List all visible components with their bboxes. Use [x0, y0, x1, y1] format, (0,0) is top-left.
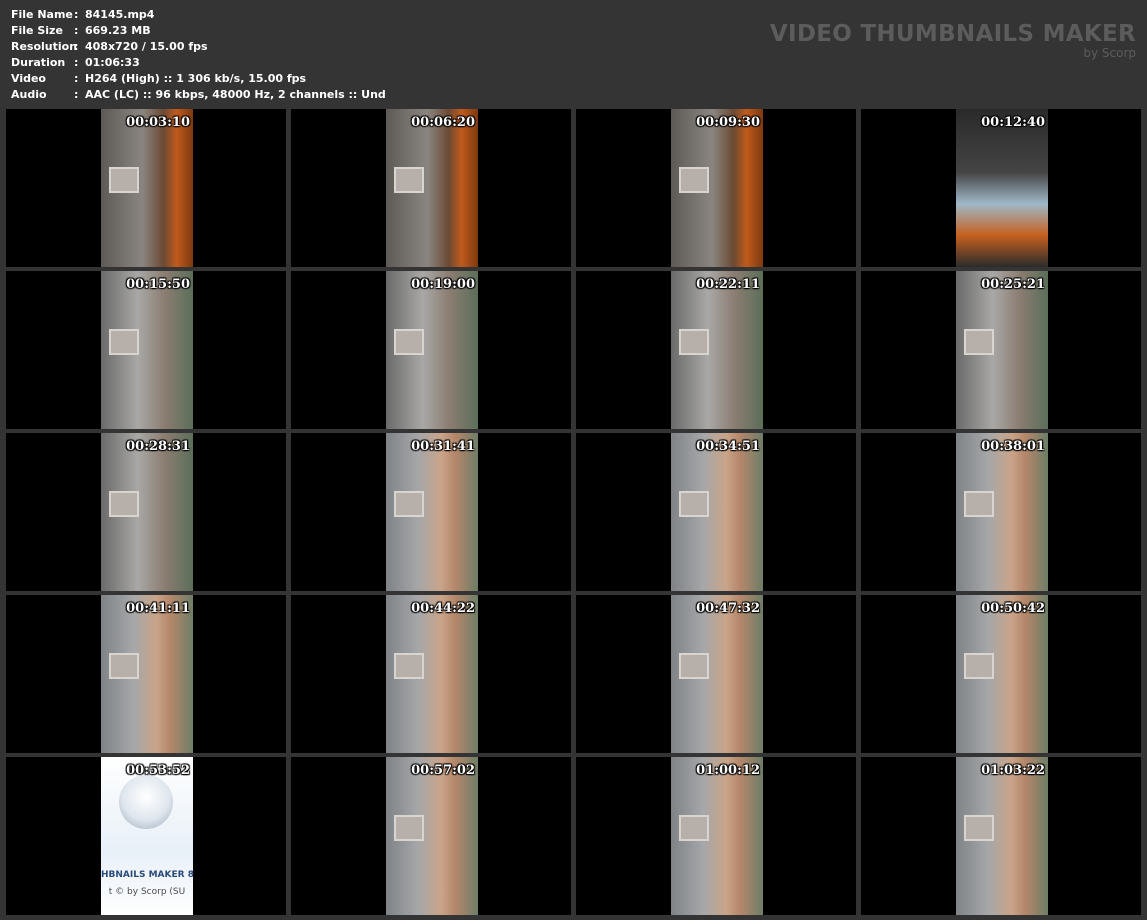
info-value: H264 (High) :: 1 306 kb/s, 15.00 fps: [85, 72, 307, 85]
timestamp-label: 00:25:21: [981, 277, 1045, 292]
timestamp-label: 01:00:12: [696, 763, 760, 778]
brand-title: VIDEO THUMBNAILS MAKER: [769, 21, 1136, 47]
thumbnail-cell[interactable]: 00:19:00: [291, 271, 571, 429]
info-key: Video: [11, 72, 46, 85]
thumbnail-grid: 00:03:10 00:06:20 00:09:30 00:12:40 00:15:50…: [6, 109, 1141, 915]
thumbnail-cell[interactable]: HBNAILS MAKER 8 t © by Scorp (SU 00:53:52: [6, 757, 286, 915]
info-value: AAC (LC) :: 96 kbps, 48000 Hz, 2 channel…: [85, 88, 386, 101]
timestamp-label: 00:22:11: [696, 277, 760, 292]
thumbnail-frame: [671, 595, 763, 753]
thumbnail-cell[interactable]: 01:03:22: [861, 757, 1141, 915]
info-separator: :: [74, 88, 79, 101]
info-row: File Size:669.23 MB: [11, 23, 386, 39]
thumbnail-cell[interactable]: 00:38:01: [861, 433, 1141, 591]
thumbnail-frame: [101, 271, 193, 429]
thumbnail-frame: [386, 271, 478, 429]
info-key: File Name: [11, 8, 73, 21]
thumbnail-cell[interactable]: 00:22:11: [576, 271, 856, 429]
thumbnail-cell[interactable]: 00:03:10: [6, 109, 286, 267]
thumbnail-frame: [671, 433, 763, 591]
info-separator: :: [74, 40, 79, 53]
thumbnail-cell[interactable]: 00:50:42: [861, 595, 1141, 753]
brand-watermark: VIDEO THUMBNAILS MAKER by Scorp: [770, 21, 1136, 59]
thumbnail-frame: [386, 433, 478, 591]
info-separator: :: [74, 56, 79, 69]
info-row: File Name:84145.mp4: [11, 7, 386, 23]
brand-subtitle: by Scorp: [1083, 46, 1136, 60]
info-key: Duration: [11, 56, 66, 69]
thumbnail-frame: [671, 271, 763, 429]
thumbnail-frame: [101, 595, 193, 753]
timestamp-label: 00:06:20: [411, 115, 475, 130]
timestamp-label: 00:50:42: [981, 601, 1045, 616]
thumbnail-cell[interactable]: 00:06:20: [291, 109, 571, 267]
timestamp-label: 00:53:52: [126, 763, 190, 778]
timestamp-label: 00:28:31: [126, 439, 190, 454]
info-row: Duration:01:06:33: [11, 55, 386, 71]
timestamp-label: 01:03:22: [981, 763, 1045, 778]
thumbnail-cell[interactable]: 00:09:30: [576, 109, 856, 267]
info-key: File Size: [11, 24, 63, 37]
thumbnail-cell[interactable]: 00:15:50: [6, 271, 286, 429]
thumbnail-frame: [956, 433, 1048, 591]
info-value: 669.23 MB: [85, 24, 151, 37]
thumbnail-frame: [386, 757, 478, 915]
thumbnail-frame: [956, 271, 1048, 429]
thumbnail-frame: HBNAILS MAKER 8 t © by Scorp (SU: [101, 757, 193, 915]
timestamp-label: 00:47:32: [696, 601, 760, 616]
logo-text-copyright: t © by Scorp (SU: [108, 887, 186, 897]
thumbnail-cell[interactable]: 00:41:11: [6, 595, 286, 753]
thumbnail-cell[interactable]: 00:31:41: [291, 433, 571, 591]
file-info-panel: File Name:84145.mp4 File Size:669.23 MB Re…: [11, 7, 386, 103]
info-value: 01:06:33: [85, 56, 140, 69]
timestamp-label: 00:38:01: [981, 439, 1045, 454]
thumbnail-cell[interactable]: 00:12:40: [861, 109, 1141, 267]
timestamp-label: 00:19:00: [411, 277, 475, 292]
thumbnail-frame: [956, 757, 1048, 915]
info-key: Audio: [11, 88, 47, 101]
info-key: Resolution: [11, 40, 78, 53]
timestamp-label: 00:57:02: [411, 763, 475, 778]
thumbnail-cell[interactable]: 00:57:02: [291, 757, 571, 915]
info-separator: :: [74, 24, 79, 37]
info-separator: :: [74, 8, 79, 21]
thumbnail-frame: [671, 109, 763, 267]
timestamp-label: 00:12:40: [981, 115, 1045, 130]
thumbnail-frame: [101, 433, 193, 591]
info-row: Audio: AAC (LC) :: 96 kbps, 48000 Hz, 2 c…: [11, 87, 386, 103]
thumbnail-frame: [956, 595, 1048, 753]
timestamp-label: 00:09:30: [696, 115, 760, 130]
thumbnail-frame: [386, 595, 478, 753]
timestamp-label: 00:34:51: [696, 439, 760, 454]
thumbnail-cell[interactable]: 00:25:21: [861, 271, 1141, 429]
thumbnail-cell[interactable]: 00:28:31: [6, 433, 286, 591]
thumbnail-frame: [386, 109, 478, 267]
thumbnail-cell[interactable]: 01:00:12: [576, 757, 856, 915]
timestamp-label: 00:41:11: [126, 601, 190, 616]
timestamp-label: 00:15:50: [126, 277, 190, 292]
timestamp-label: 00:44:22: [411, 601, 475, 616]
thumbnail-cell[interactable]: 00:44:22: [291, 595, 571, 753]
thumbnail-frame: [671, 757, 763, 915]
info-separator: :: [74, 72, 79, 85]
thumbnail-cell[interactable]: 00:34:51: [576, 433, 856, 591]
thumbnail-frame: [101, 109, 193, 267]
thumbnail-frame: [956, 109, 1048, 267]
owl-logo-icon: [119, 775, 173, 829]
info-row: Resolution:408x720 / 15.00 fps: [11, 39, 386, 55]
thumbnail-cell[interactable]: 00:47:32: [576, 595, 856, 753]
timestamp-label: 00:03:10: [126, 115, 190, 130]
info-value: 408x720 / 15.00 fps: [85, 40, 208, 53]
info-value: 84145.mp4: [85, 8, 155, 21]
timestamp-label: 00:31:41: [411, 439, 475, 454]
logo-text-title: HBNAILS MAKER 8: [101, 870, 193, 880]
info-row: Video: H264 (High) :: 1 306 kb/s, 15.00 f…: [11, 71, 386, 87]
